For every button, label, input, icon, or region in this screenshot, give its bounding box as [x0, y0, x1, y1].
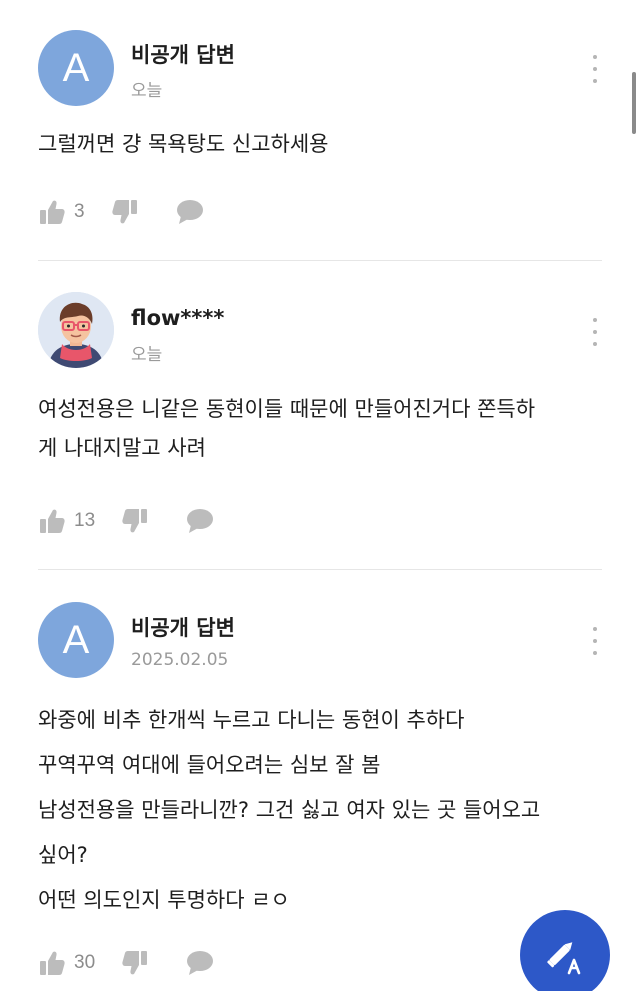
avatar[interactable] [38, 292, 114, 368]
like-count: 30 [74, 952, 96, 973]
comment-button[interactable] [185, 507, 215, 535]
answer-actions: 30 [38, 947, 215, 979]
thumbs-up-icon [40, 200, 65, 224]
more-options-icon[interactable] [588, 55, 602, 83]
answer-actions: 13 [38, 505, 215, 537]
comment-icon [187, 951, 214, 975]
thumbs-up-icon [40, 509, 65, 533]
answer-card: flow**** 오늘 여성전용은 니같은 동현이들 때문에 만들어진거다 쫀득… [38, 292, 602, 552]
answer-date: 오늘 [131, 345, 163, 365]
thumbs-up-icon [40, 951, 65, 975]
author-name[interactable]: 비공개 답변 [131, 612, 235, 642]
divider [38, 569, 602, 570]
like-count: 3 [74, 201, 85, 222]
divider [38, 260, 602, 261]
comment-button[interactable] [185, 949, 215, 977]
thumbs-down-icon [122, 951, 148, 975]
dislike-button[interactable] [121, 949, 149, 977]
thumbs-down-icon [111, 200, 137, 224]
answer-line: 게 나대지말고 사려 [38, 436, 206, 460]
answer-card: A 비공개 답변 오늘 그럴꺼면 걍 목욕탕도 신고하세용 3 [38, 30, 602, 250]
like-button[interactable]: 3 [38, 198, 85, 226]
more-options-icon[interactable] [588, 318, 602, 346]
dislike-button[interactable] [111, 198, 139, 226]
author-name[interactable]: 비공개 답변 [131, 39, 235, 69]
answer-line: 어떤 의도인지 투명하다 ㄹㅇ [38, 888, 290, 912]
answer-text: 와중에 비추 한개씩 누르고 다니는 동현이 추하다 꾸역꾸역 여대에 들어오려… [38, 698, 598, 923]
avatar-letter: A [62, 617, 90, 662]
answer-line: 꾸역꾸역 여대에 들어오려는 심보 잘 봄 [38, 753, 381, 777]
comment-icon [187, 509, 214, 533]
dislike-button[interactable] [121, 507, 149, 535]
like-count: 13 [74, 510, 96, 531]
write-answer-icon [547, 942, 581, 975]
answer-line: 그럴꺼면 걍 목욕탕도 신고하세용 [38, 132, 329, 156]
answer-line: 남성전용을 만들라니깐? 그건 싫고 여자 있는 곳 들어오고 [38, 798, 541, 822]
more-options-icon[interactable] [588, 627, 602, 655]
answer-line: 싶어? [38, 843, 88, 867]
thumbs-down-icon [122, 509, 148, 533]
like-button[interactable]: 13 [38, 507, 95, 535]
comment-icon [176, 200, 203, 224]
answer-actions: 3 [38, 196, 205, 228]
scrollbar[interactable] [632, 72, 636, 134]
like-button[interactable]: 30 [38, 949, 95, 977]
comment-button[interactable] [175, 198, 205, 226]
user-avatar-illustration [38, 292, 114, 368]
answer-date: 오늘 [131, 81, 163, 101]
answer-text: 그럴꺼면 걍 목욕탕도 신고하세용 [38, 125, 598, 164]
avatar-letter: A [62, 45, 90, 90]
answer-line: 와중에 비추 한개씩 누르고 다니는 동현이 추하다 [38, 708, 465, 732]
answer-card: A 비공개 답변 2025.02.05 와중에 비추 한개씩 누르고 다니는 동… [38, 602, 602, 991]
avatar[interactable]: A [38, 602, 114, 678]
answer-date: 2025.02.05 [131, 650, 229, 670]
answers-page: A 비공개 답변 오늘 그럴꺼면 걍 목욕탕도 신고하세용 3 flow****… [0, 0, 640, 991]
write-answer-button[interactable] [520, 910, 610, 991]
answer-text: 여성전용은 니같은 동현이들 때문에 만들어진거다 쫀득하 게 나대지말고 사려 [38, 390, 598, 468]
answer-line: 여성전용은 니같은 동현이들 때문에 만들어진거다 쫀득하 [38, 397, 536, 421]
author-name[interactable]: flow**** [131, 306, 224, 330]
avatar[interactable]: A [38, 30, 114, 106]
